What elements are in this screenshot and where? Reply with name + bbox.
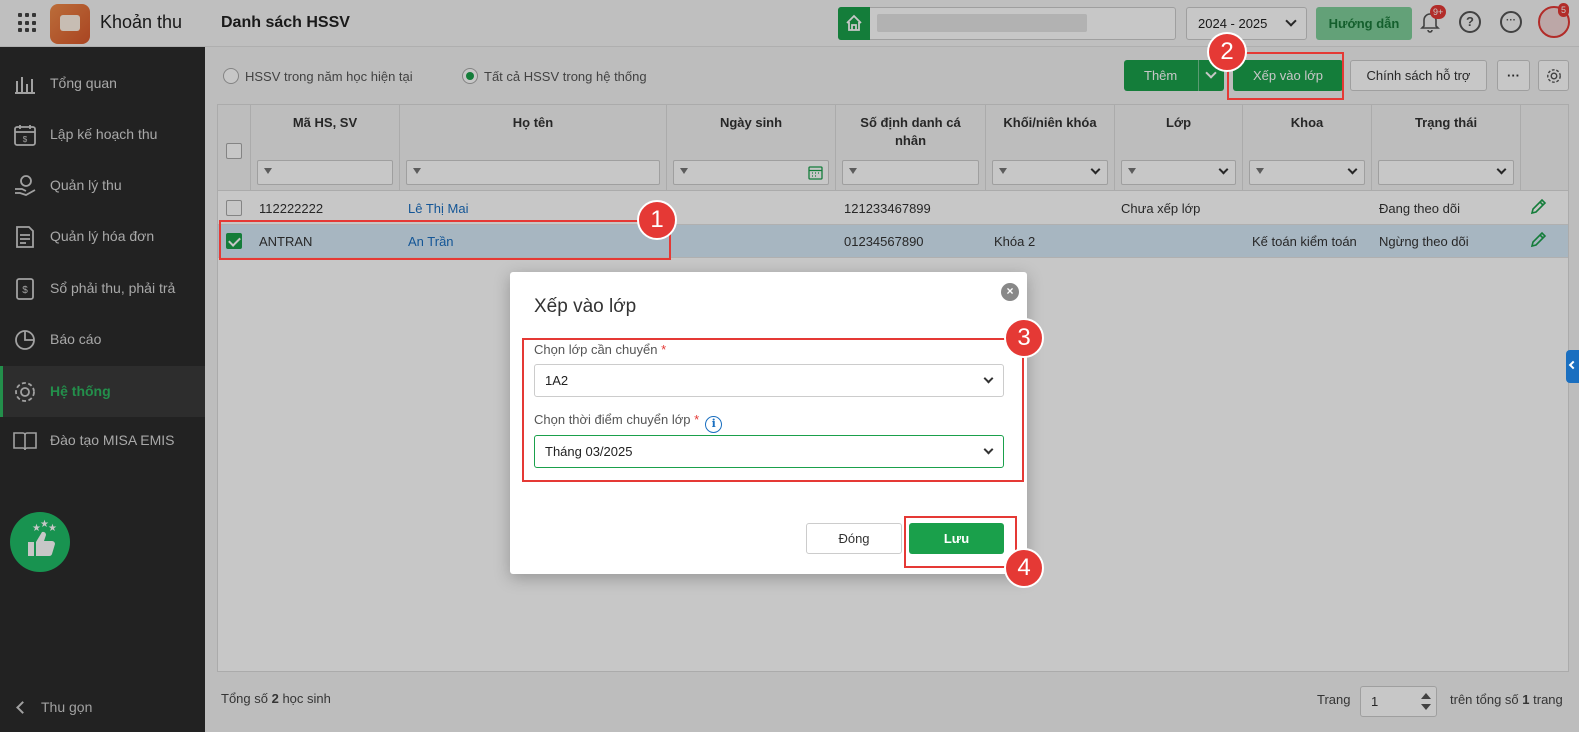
annotation-number-2: 2 [1207, 32, 1247, 72]
annotation-box-1 [219, 220, 671, 260]
chevron-left-icon [1568, 360, 1578, 370]
dialog-close-button[interactable]: Đóng [806, 523, 902, 554]
annotation-box-3 [522, 338, 1024, 482]
close-icon[interactable]: × [1001, 283, 1019, 301]
annotation-number-1: 1 [637, 200, 677, 240]
side-panel-toggle[interactable] [1566, 350, 1579, 383]
dialog-title: Xếp vào lớp [534, 296, 637, 317]
annotation-box-4 [904, 516, 1017, 568]
annotation-number-4: 4 [1004, 548, 1044, 588]
annotation-number-3: 3 [1004, 318, 1044, 358]
